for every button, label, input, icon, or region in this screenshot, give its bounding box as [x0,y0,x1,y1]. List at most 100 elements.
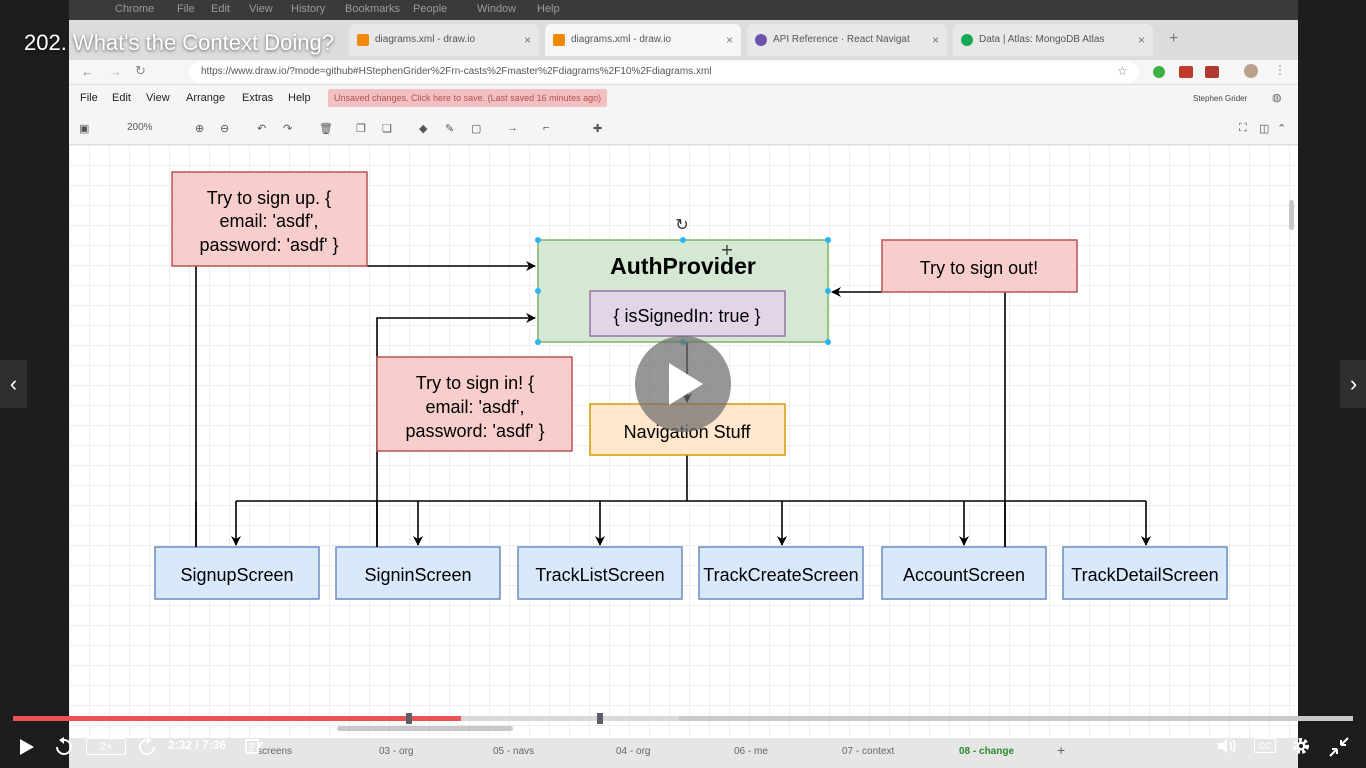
zoom-in-icon[interactable]: ⊕ [195,122,204,135]
vertical-scrollbar[interactable] [1289,200,1294,230]
insert-icon[interactable]: ✚ [593,122,602,135]
menu-file[interactable]: File [80,92,98,104]
signup-note-line-1: Try to sign up. { [207,188,331,208]
mac-menu-help: Help [537,3,560,15]
auth-state-text: { isSignedIn: true } [613,306,760,326]
forward-arrow-icon[interactable]: → [109,64,122,79]
browser-menu-icon[interactable]: ⋮ [1274,63,1286,77]
to-front-icon[interactable]: ❐ [356,122,366,135]
mac-menu-chrome: Chrome [115,3,155,15]
fullscreen-icon[interactable]: ⛶ [1239,122,1247,135]
diagram-svg: Try to sign up. { email: 'asdf', passwor… [154,171,1228,600]
globe-icon[interactable]: ◍ [1272,91,1282,104]
menu-extras[interactable]: Extras [242,92,273,104]
drawio-menu-bar: File Edit View Arrange Extras Help Unsav… [69,86,1298,112]
drawio-canvas[interactable]: Try to sign up. { email: 'asdf', passwor… [69,145,1298,768]
tab-label: diagrams.xml - draw.io [571,34,672,45]
video-title: 202. What's the Context Doing? [24,30,334,55]
zoom-out-icon[interactable]: ⊖ [220,122,229,135]
bookmark-star-icon[interactable]: ☆ [1117,64,1128,78]
mongodb-favicon-icon [961,34,973,46]
extension-icon[interactable] [1205,66,1219,78]
close-tab-icon[interactable]: × [524,24,531,56]
next-lecture-button[interactable]: › [1340,360,1366,408]
mac-menu-history: History [291,3,326,15]
menu-edit[interactable]: Edit [112,92,131,104]
extension-icon[interactable] [1179,66,1193,78]
extension-icon[interactable] [1153,66,1165,78]
shadow-icon[interactable]: ▢ [471,122,481,135]
trackdetail-screen-label: TrackDetailScreen [1071,565,1218,585]
tab-label: diagrams.xml - draw.io [375,34,476,45]
back-arrow-icon[interactable]: ← [81,64,94,79]
fill-color-icon[interactable]: ◆ [419,122,427,135]
bookmark-marker[interactable] [406,713,412,724]
close-tab-icon[interactable]: × [1138,24,1145,56]
profile-avatar[interactable] [1244,64,1258,78]
unsaved-changes-banner[interactable]: Unsaved changes. Click here to save. (La… [328,89,608,107]
to-back-icon[interactable]: ❏ [382,122,392,135]
volume-icon[interactable] [1216,737,1238,755]
mac-menu-bar: Chrome File Edit View History Bookmarks … [69,0,1298,20]
browser-tab-1[interactable]: diagrams.xml - draw.io × [349,24,539,56]
exit-fullscreen-icon[interactable] [1328,736,1350,758]
play-icon[interactable] [18,738,36,756]
close-tab-icon[interactable]: × [726,24,733,56]
note-icon[interactable] [245,738,263,755]
undo-icon[interactable]: ↶ [257,122,266,135]
signup-note-line-3: password: 'asdf' } [200,235,339,255]
account-screen-label: AccountScreen [903,565,1025,585]
react-navigation-favicon-icon [755,34,767,46]
rotate-handle-icon[interactable]: ↻ [675,215,688,234]
settings-gear-icon[interactable] [1291,736,1311,756]
connection-icon[interactable]: → [507,122,518,134]
reload-icon[interactable]: ↻ [135,63,146,79]
signin-note-line-3: password: 'asdf' } [406,421,545,441]
signin-note-line-1: Try to sign in! { [416,373,534,393]
tracklist-screen-label: TrackListScreen [535,565,664,585]
forward-icon[interactable] [137,737,157,757]
menu-help[interactable]: Help [288,92,311,104]
tab-label: API Reference · React Navigat [773,34,910,45]
close-tab-icon[interactable]: × [932,24,939,56]
menu-view[interactable]: View [146,92,170,104]
play-icon [669,363,703,405]
bookmark-marker[interactable] [597,713,603,724]
mac-menu-people: People [413,3,448,15]
mac-menu-file: File [177,3,195,15]
address-bar-row: ← → ↻ https://www.draw.io/?mode=github#H… [69,60,1298,85]
mac-menu-edit: Edit [211,3,230,15]
drawio-favicon-icon [357,34,369,46]
trackcreate-screen-label: TrackCreateScreen [703,565,858,585]
line-color-icon[interactable]: ✎ [445,122,454,135]
menu-arrange[interactable]: Arrange [186,92,225,104]
progress-bar[interactable] [13,713,1353,724]
previous-lecture-button[interactable]: ‹ [0,360,27,408]
user-name[interactable]: Stephen Grider [1193,94,1247,103]
browser-tab-4[interactable]: Data | Atlas: MongoDB Atlas × [953,24,1153,56]
mac-menu-view: View [249,3,273,15]
chevron-up-icon[interactable]: ⌃ [1277,122,1286,135]
mac-menu-bookmarks: Bookmarks [345,3,401,15]
signin-screen-label: SigninScreen [364,565,471,585]
collapse-icon[interactable]: ◫ [1259,122,1269,135]
browser-tab-2-active[interactable]: diagrams.xml - draw.io × [545,24,741,56]
playback-speed-button[interactable]: 2× [86,738,126,755]
chevron-right-icon: › [1349,371,1358,396]
redo-icon[interactable]: ↷ [283,122,292,135]
time-display: 2:32 / 7:36 [168,738,227,752]
signup-note-line-2: email: 'asdf', [220,211,319,231]
zoom-select[interactable]: 200% [127,122,153,133]
rewind-icon[interactable] [54,737,74,757]
chevron-left-icon: ‹ [9,371,18,396]
format-panel-icon[interactable]: ▣ [79,122,89,135]
captions-button[interactable]: CC [1254,738,1276,753]
waypoints-icon[interactable]: ⌐ [543,122,549,134]
tab-label: Data | Atlas: MongoDB Atlas [979,34,1105,45]
delete-icon[interactable]: 🗑 [319,122,333,135]
signin-note-line-2: email: 'asdf', [426,397,525,417]
play-overlay-button[interactable] [635,336,731,432]
browser-tab-3[interactable]: API Reference · React Navigat × [747,24,947,56]
url-field[interactable]: https://www.draw.io/?mode=github#HStephe… [189,62,1139,82]
new-tab-icon[interactable]: + [1169,30,1178,48]
